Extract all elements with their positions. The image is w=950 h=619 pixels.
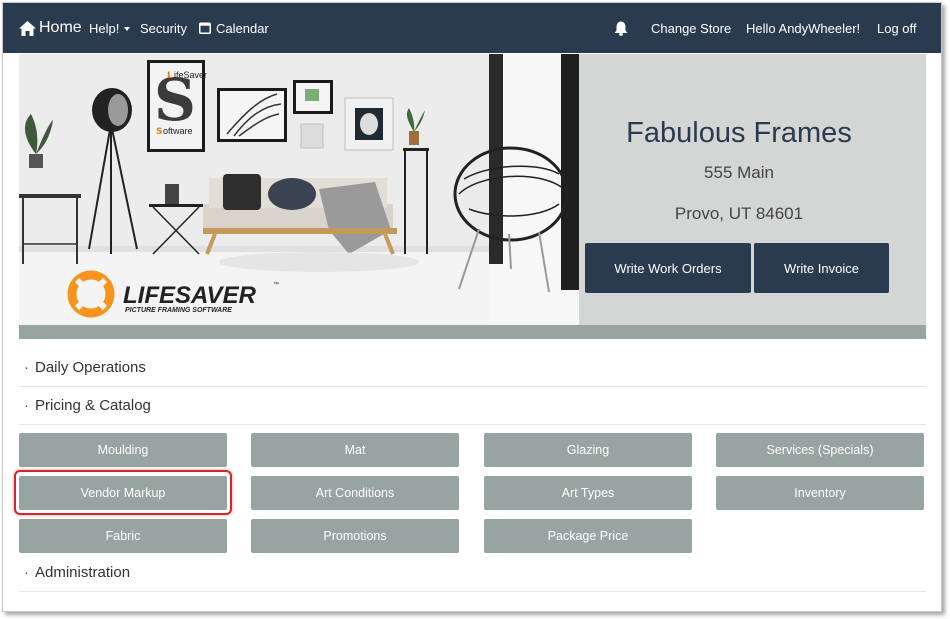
brand-name-text: LIFESAVER	[123, 282, 257, 309]
store-info-panel: Fabulous Frames 555 Main Provo, UT 84601…	[579, 54, 926, 325]
change-store-label: Change Store	[651, 20, 732, 36]
room-scene-illustration: S L ifeSaver S oftware LIFESAVER ™ PICTU…	[19, 54, 579, 325]
nav-home-label: Home	[39, 19, 82, 36]
svg-text:S: S	[156, 127, 162, 137]
nav-home-link[interactable]: Home	[19, 3, 82, 53]
vendor-markup-button[interactable]: Vendor Markup	[19, 476, 227, 510]
logo-bottom-text: oftware	[163, 126, 193, 136]
section-administration-label: Administration	[35, 564, 131, 581]
change-store-link[interactable]: Change Store	[651, 3, 731, 53]
write-invoice-button[interactable]: Write Invoice	[754, 243, 889, 293]
caret-down-icon	[124, 27, 131, 31]
package-price-button[interactable]: Package Price	[484, 519, 692, 553]
svg-text:L: L	[167, 71, 173, 81]
logo-top-text: ifeSaver	[174, 70, 207, 80]
mat-button[interactable]: Mat	[251, 433, 459, 467]
notifications-button[interactable]	[614, 3, 628, 53]
store-address-line2: Provo, UT 84601	[674, 204, 804, 223]
app-window: Home Help! Security Calendar Change Stor…	[2, 2, 942, 612]
log-off-label: Log off	[877, 20, 917, 36]
promotions-button[interactable]: Promotions	[251, 519, 459, 553]
section-bullet: ·	[24, 564, 29, 581]
nav-help-dropdown[interactable]: Help!	[89, 3, 131, 53]
moulding-button[interactable]: Moulding	[19, 433, 227, 467]
nav-calendar-link[interactable]: Calendar	[199, 3, 269, 53]
store-address-line1: 555 Main	[704, 163, 774, 182]
store-name: Fabulous Frames	[626, 117, 852, 149]
art-conditions-button[interactable]: Art Conditions	[251, 476, 459, 510]
services-specials-button[interactable]: Services (Specials)	[716, 433, 924, 467]
section-bullet: ·	[24, 397, 29, 414]
fabric-button[interactable]: Fabric	[19, 519, 227, 553]
inventory-button[interactable]: Inventory	[716, 476, 924, 510]
brand-tagline-text: PICTURE FRAMING SOFTWARE	[125, 307, 232, 314]
section-pricing-catalog-label: Pricing & Catalog	[35, 397, 151, 414]
section-pricing-catalog[interactable]: · Pricing & Catalog	[19, 387, 926, 425]
calendar-icon	[199, 22, 211, 34]
section-administration[interactable]: · Administration	[19, 554, 926, 592]
brand-trademark-text: ™	[273, 281, 279, 288]
top-navbar: Home Help! Security Calendar Change Stor…	[3, 3, 941, 53]
home-icon	[19, 20, 36, 36]
nav-security-label: Security	[140, 20, 187, 36]
hero-divider-strip	[19, 325, 926, 339]
nav-security-link[interactable]: Security	[140, 3, 187, 53]
nav-help-label: Help!	[89, 20, 120, 36]
glazing-button[interactable]: Glazing	[484, 433, 692, 467]
section-daily-operations-label: Daily Operations	[35, 359, 146, 376]
bell-icon	[614, 21, 628, 36]
nav-calendar-label: Calendar	[216, 20, 269, 36]
section-daily-operations[interactable]: · Daily Operations	[19, 349, 926, 387]
user-greeting-label: Hello AndyWheeler!	[746, 20, 861, 36]
hero-room-image: S L ifeSaver S oftware LIFESAVER ™ PICTU…	[19, 54, 579, 325]
section-bullet: ·	[24, 359, 29, 376]
user-greeting-link[interactable]: Hello AndyWheeler!	[746, 3, 860, 53]
art-types-button[interactable]: Art Types	[484, 476, 692, 510]
log-off-link[interactable]: Log off	[877, 3, 917, 53]
write-work-orders-button[interactable]: Write Work Orders	[585, 243, 751, 293]
